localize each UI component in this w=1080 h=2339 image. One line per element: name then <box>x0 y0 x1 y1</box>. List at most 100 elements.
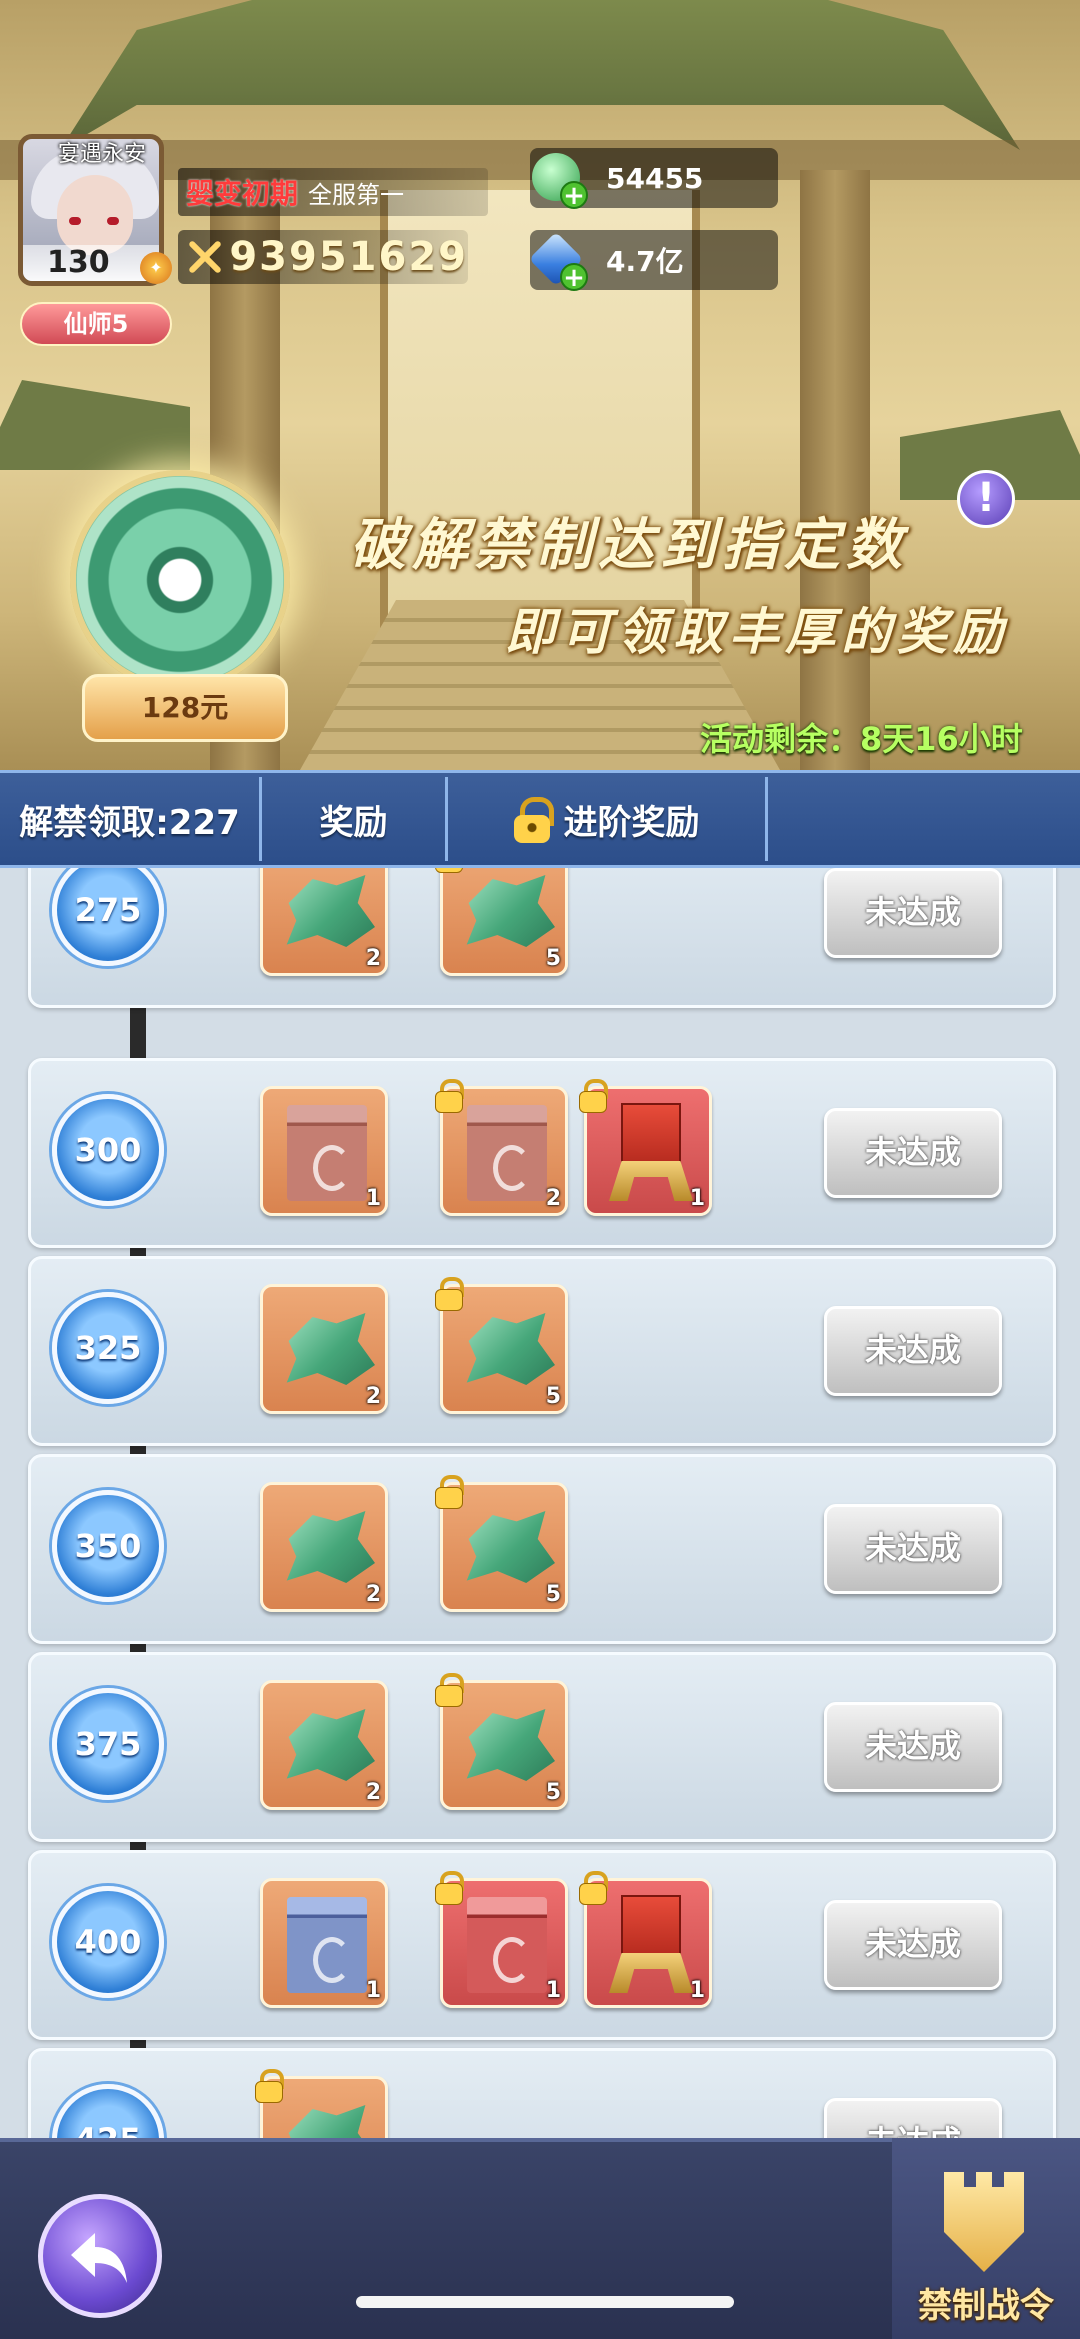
reward-item[interactable]: 2 <box>260 868 388 976</box>
realm-row: 婴变初期 全服第一 <box>178 168 488 216</box>
item-count: 2 <box>365 1780 381 1805</box>
add-crystal-button[interactable]: + <box>560 263 588 291</box>
player-level: 130 <box>23 245 159 281</box>
jade-pendant-icon[interactable] <box>70 470 290 690</box>
crystal-currency: + 4.7亿 <box>528 230 778 291</box>
reward-item[interactable]: 5 <box>435 1673 568 1810</box>
purchase-price-button[interactable]: 128元 <box>82 674 288 742</box>
reward-item[interactable]: 2 <box>260 1284 388 1414</box>
info-button[interactable]: ! <box>957 470 1015 528</box>
brown-chest-icon <box>467 1105 547 1201</box>
claim-status-button[interactable]: 未达成 <box>824 1108 1002 1198</box>
lock-icon <box>435 1277 464 1311</box>
claim-status-button[interactable]: 未达成 <box>824 2098 1002 2138</box>
jade-amount: 54455 <box>606 161 704 195</box>
item-count: 1 <box>365 1978 381 2003</box>
crossed-swords-icon <box>182 234 217 280</box>
crystal-currency-icon: + <box>526 229 588 291</box>
slogan-line2: 即可领取丰厚的奖励 <box>505 602 1009 661</box>
lock-icon <box>579 1871 608 1905</box>
tier-threshold-node: 300 <box>52 1094 164 1206</box>
back-button[interactable] <box>38 2194 162 2318</box>
item-count: 5 <box>545 1780 561 1805</box>
reward-item[interactable]: 1 <box>579 1871 712 2008</box>
tab-bar: 解禁领取:227 奖励 进阶奖励 <box>0 770 1080 868</box>
reward-item[interactable]: 2 <box>260 1482 388 1612</box>
lock-icon <box>255 2069 284 2103</box>
item-count: 2 <box>365 1582 381 1607</box>
item-count: 1 <box>545 1978 561 2003</box>
player-title-badge[interactable]: 仙师5 <box>20 302 172 346</box>
battle-pass-button[interactable]: 禁制战令 <box>892 2138 1080 2339</box>
lock-icon <box>435 868 463 873</box>
jade-currency-icon: + <box>526 147 588 209</box>
temple-roof <box>60 0 1020 150</box>
battle-pass-label: 禁制战令 <box>918 2286 1054 2326</box>
tier-threshold-node: 375 <box>52 1688 164 1800</box>
home-indicator[interactable] <box>356 2296 734 2308</box>
avatar-eye <box>69 217 81 225</box>
avatar-face <box>57 175 133 255</box>
jade-token-icon <box>466 875 555 947</box>
crystal-amount: 4.7亿 <box>606 245 684 278</box>
red-seal-box-icon <box>609 1103 693 1203</box>
blue-chest-icon <box>287 1897 367 1993</box>
red-seal-box-icon <box>609 1895 693 1995</box>
event-timer: 活动剩余：8天16小时 <box>700 720 1023 758</box>
jade-token-icon <box>286 1511 375 1583</box>
reward-item[interactable]: 1 <box>260 1878 388 2008</box>
lock-icon <box>435 1673 464 1707</box>
claim-status-button[interactable]: 未达成 <box>824 1504 1002 1594</box>
reward-item[interactable] <box>255 2069 388 2138</box>
lock-icon <box>435 1079 464 1113</box>
crimson-chest-icon <box>467 1897 547 1993</box>
claim-status-button[interactable]: 未达成 <box>824 1306 1002 1396</box>
tab-advanced-label: 进阶奖励 <box>563 802 700 843</box>
item-count: 2 <box>545 1186 561 1211</box>
item-count: 5 <box>545 946 561 971</box>
player-name: 宴遇永安 <box>58 142 147 167</box>
reward-item[interactable]: 1 <box>579 1079 712 1216</box>
lock-icon <box>513 797 554 843</box>
reward-item[interactable]: 2 <box>260 1680 388 1810</box>
claim-status-button[interactable]: 未达成 <box>824 868 1002 958</box>
reward-item[interactable]: 2 <box>435 1079 568 1216</box>
tier-threshold-node: 400 <box>52 1886 164 1998</box>
claim-status-button[interactable]: 未达成 <box>824 1900 1002 1990</box>
jade-token-icon <box>466 1709 555 1781</box>
avatar-eye <box>107 217 119 225</box>
item-count: 2 <box>365 1384 381 1409</box>
jade-currency: + 54455 <box>530 148 778 209</box>
seal-box <box>621 1103 681 1167</box>
seal-stand <box>609 1161 693 1201</box>
item-count: 1 <box>689 1978 705 2003</box>
jade-token-icon <box>286 875 375 947</box>
tab-advanced-reward[interactable]: 进阶奖励 <box>448 777 768 861</box>
combat-power-value: 93951629 <box>229 234 468 280</box>
reward-item[interactable]: 5 <box>435 868 568 976</box>
add-jade-button[interactable]: + <box>560 181 588 209</box>
slogan-line1: 破解禁制达到指定数 <box>350 512 908 578</box>
seal-box <box>621 1895 681 1959</box>
reward-tier-list[interactable]: 275 2 5 未达成 300 1 2 1 未达成 325 2 5 未达成 350 2 5 未达成 375 2 5 未达… <box>0 868 1080 2138</box>
jade-token-icon <box>286 1709 375 1781</box>
jade-token-icon <box>286 1313 375 1385</box>
back-arrow-icon <box>71 2233 127 2283</box>
reward-item[interactable]: 5 <box>435 1277 568 1414</box>
item-count: 5 <box>545 1582 561 1607</box>
combat-power: 93951629 <box>178 230 468 284</box>
jade-token-icon <box>466 1511 555 1583</box>
seal-stand <box>609 1953 693 1993</box>
reward-item[interactable]: 1 <box>260 1086 388 1216</box>
reward-item[interactable]: 1 <box>435 1871 568 2008</box>
pillar <box>800 170 870 770</box>
tab-progress[interactable]: 解禁领取:227 <box>0 777 262 861</box>
reward-item[interactable]: 5 <box>435 1475 568 1612</box>
tier-threshold-node: 325 <box>52 1292 164 1404</box>
claim-status-button[interactable]: 未达成 <box>824 1702 1002 1792</box>
lock-icon <box>435 1475 464 1509</box>
item-count: 2 <box>365 946 381 971</box>
tab-reward[interactable]: 奖励 <box>262 777 448 861</box>
item-count: 1 <box>365 1186 381 1211</box>
jade-token-icon <box>286 2105 375 2138</box>
